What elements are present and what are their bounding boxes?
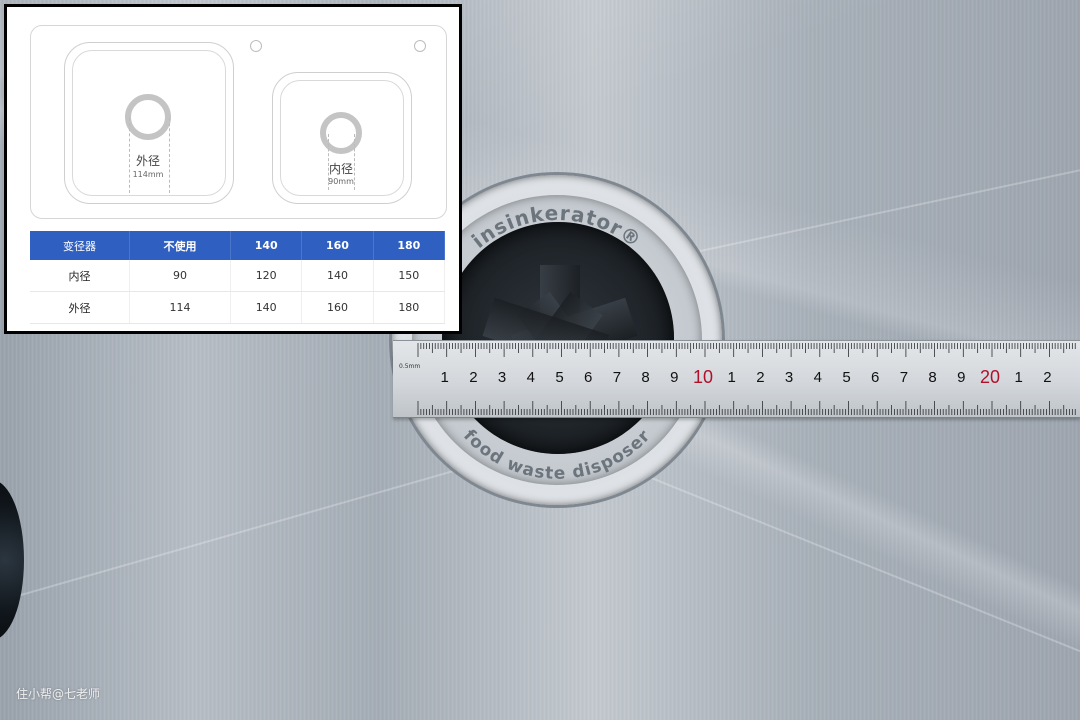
- ruler-number: 7: [899, 369, 909, 386]
- ruler-number: 6: [871, 369, 880, 386]
- ruler-number: 4: [526, 369, 535, 386]
- outer-diameter-label: 外径: [135, 154, 161, 168]
- outer-diameter-size: 114mm: [132, 170, 164, 179]
- svg-text:food waste disposer: food waste disposer: [459, 426, 655, 484]
- ruler-number: 3: [784, 369, 794, 386]
- table-cell: 140: [301, 260, 374, 292]
- outer-diameter-circle: [125, 94, 171, 140]
- table-cell: 90: [129, 260, 232, 292]
- ruler-number: 2: [469, 369, 478, 386]
- double-sink-diagram: 外径 114mm 内径 90mm: [30, 25, 447, 219]
- table-cell: 150: [373, 260, 446, 292]
- brand-text: insinkerator®: [467, 201, 645, 253]
- outer-diameter-guide: [169, 118, 170, 193]
- table-header-cell: 160: [301, 231, 374, 260]
- ruler-number: 2: [756, 369, 765, 386]
- faucet-hole: [250, 40, 262, 52]
- table-cell: 外径: [30, 291, 131, 324]
- ruler-unit-label: 0.5mm: [399, 363, 421, 370]
- table-header-cell: 140: [230, 231, 303, 260]
- ruler-number: 4: [813, 369, 822, 386]
- ruler-ticks: [417, 343, 1076, 415]
- ruler-number: 7: [612, 369, 622, 386]
- ruler-number: 6: [584, 369, 593, 386]
- svg-text:insinkerator®: insinkerator®: [467, 201, 646, 253]
- outer-diameter-guide: [129, 118, 130, 193]
- table-header-row: 变径器 不使用 140 160 180: [30, 231, 446, 260]
- ruler-number: 3: [497, 369, 507, 386]
- faucet-hole: [414, 40, 426, 52]
- ruler-number: 8: [928, 369, 937, 386]
- ruler-number: 8: [641, 369, 650, 386]
- table-header-cell: 变径器: [30, 231, 131, 260]
- inner-diameter-circle: [320, 112, 362, 154]
- ruler-number: 9: [957, 369, 966, 386]
- size-reference-panel: 外径 114mm 内径 90mm 变径器 不使用 140 160 180 内径 …: [4, 4, 462, 334]
- adapter-size-table: 变径器 不使用 140 160 180 内径 90 120 140 150 外径…: [30, 231, 446, 324]
- ruler-number: 10: [692, 367, 714, 387]
- ruler-number: 1: [727, 369, 736, 386]
- ruler-number: 5: [842, 369, 851, 386]
- ruler-number: 20: [979, 367, 1001, 387]
- table-header-cell: 不使用: [129, 231, 232, 260]
- ruler-number: 5: [555, 369, 564, 386]
- disposer-text: food waste disposer: [459, 426, 654, 484]
- ruler-number: 9: [670, 369, 679, 386]
- table-cell: 120: [230, 260, 303, 292]
- ruler-number: 1: [440, 369, 449, 386]
- table-row: 外径 114 140 160 180: [30, 291, 446, 324]
- inner-diameter-label: 内径: [328, 162, 354, 176]
- steel-ruler: 0.5mm 1 2 3 4 5 6 7 8 9 10 1 2 3 4 5 6 7 8 9 20 1 2: [393, 340, 1080, 418]
- inner-diameter-guide: [354, 134, 355, 190]
- table-cell: 180: [373, 291, 446, 324]
- ruler-number: 2: [1043, 369, 1052, 386]
- table-cell: 114: [129, 291, 232, 324]
- table-row: 内径 90 120 140 150: [30, 260, 446, 292]
- table-cell: 140: [230, 291, 303, 324]
- table-cell: 160: [301, 291, 374, 324]
- inner-diameter-size: 90mm: [328, 177, 354, 186]
- watermark: 住小帮@七老师: [16, 687, 101, 701]
- table-cell: 内径: [30, 260, 131, 292]
- table-header-cell: 180: [373, 231, 446, 260]
- ruler-number: 1: [1014, 369, 1023, 386]
